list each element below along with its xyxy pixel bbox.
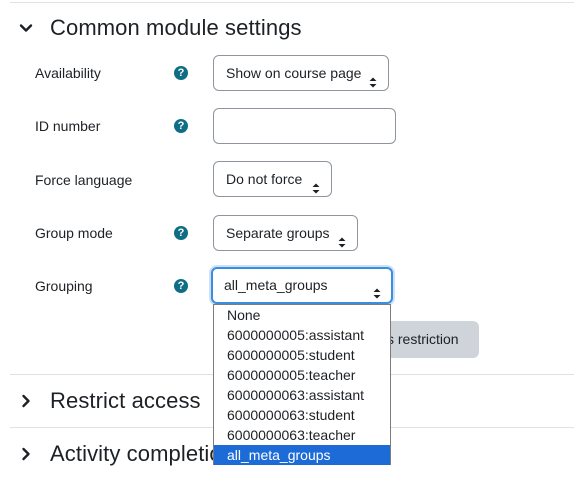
grouping-select[interactable]: all_meta_groups — [211, 267, 393, 304]
dropdown-option[interactable]: 6000000005:student — [214, 345, 390, 365]
section-header-common-module-settings[interactable]: Common module settings — [18, 15, 302, 41]
grouping-label: Grouping — [35, 278, 93, 294]
chevron-right-icon — [18, 446, 34, 462]
select-caret-icon — [337, 227, 347, 248]
id-number-input[interactable] — [213, 108, 396, 144]
group-mode-value: Separate groups — [226, 225, 330, 241]
group-mode-select[interactable]: Separate groups — [213, 215, 358, 251]
availability-help-icon[interactable]: ? — [174, 66, 188, 80]
grouping-dropdown-list[interactable]: None 6000000005:assistant 6000000005:stude… — [213, 304, 391, 465]
select-caret-icon — [368, 67, 378, 88]
force-language-value: Do not force — [226, 171, 303, 187]
group-mode-help-icon[interactable]: ? — [174, 226, 188, 240]
grouping-help-icon[interactable]: ? — [174, 279, 188, 293]
select-caret-icon — [311, 173, 321, 194]
section-header-activity-completion[interactable]: Activity completion — [18, 441, 234, 467]
select-caret-icon — [372, 279, 382, 299]
dropdown-option[interactable]: 6000000005:teacher — [214, 365, 390, 385]
id-number-help-icon[interactable]: ? — [174, 119, 188, 133]
section-title: Restrict access — [50, 388, 201, 413]
dropdown-option[interactable]: 6000000063:teacher — [214, 425, 390, 445]
section-header-restrict-access[interactable]: Restrict access — [18, 388, 201, 414]
group-mode-label: Group mode — [35, 225, 113, 241]
id-number-label: ID number — [35, 118, 101, 134]
chevron-right-icon — [18, 393, 34, 409]
top-divider — [10, 2, 574, 3]
section-title: Common module settings — [50, 15, 302, 40]
dropdown-option[interactable]: all_meta_groups — [214, 445, 390, 465]
dropdown-option[interactable]: None — [214, 305, 390, 325]
dropdown-option[interactable]: 6000000005:assistant — [214, 325, 390, 345]
section-title: Activity completion — [50, 441, 235, 466]
chevron-down-icon — [18, 20, 34, 36]
force-language-select[interactable]: Do not force — [213, 161, 332, 197]
force-language-label: Force language — [35, 172, 133, 188]
dropdown-option[interactable]: 6000000063:assistant — [214, 385, 390, 405]
grouping-value: all_meta_groups — [224, 277, 328, 293]
dropdown-option[interactable]: 6000000063:student — [214, 405, 390, 425]
availability-value: Show on course page — [226, 65, 362, 81]
availability-select[interactable]: Show on course page — [213, 55, 389, 91]
availability-label: Availability — [35, 65, 101, 81]
